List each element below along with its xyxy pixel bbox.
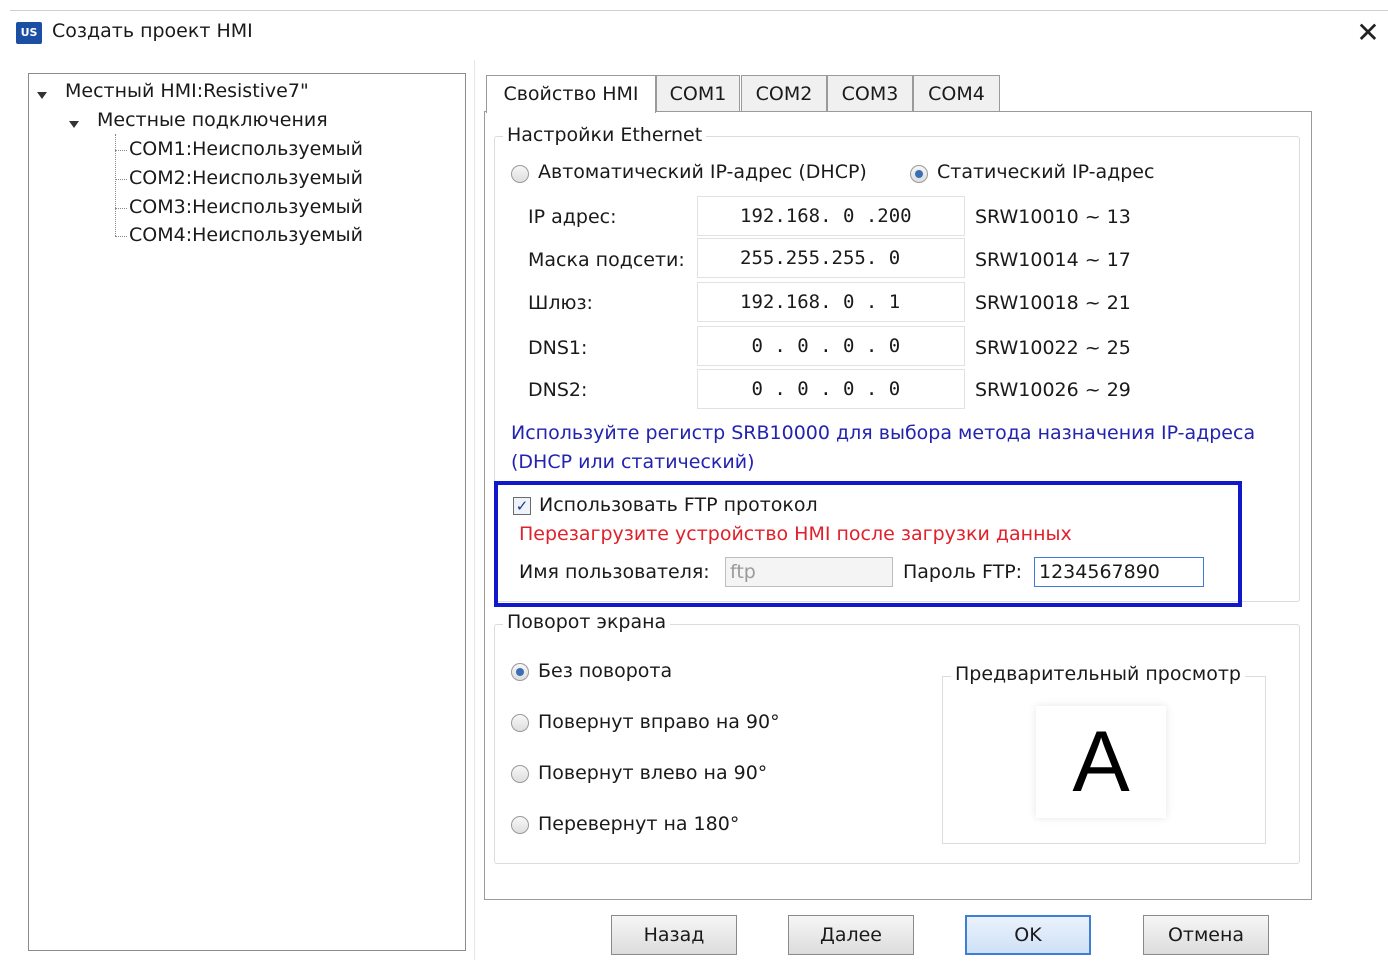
tab-com1[interactable]: COM1 — [656, 75, 740, 112]
ftp-checkbox[interactable]: ✓ — [513, 497, 531, 515]
dns2-label: DNS2: — [528, 379, 588, 401]
rotation-group-title: Поворот экрана — [503, 611, 671, 633]
dhcp-label[interactable]: Автоматический IP-адрес (DHCP) — [538, 161, 867, 183]
tree-item-com3[interactable]: COM3:Неиспользуемый — [129, 196, 363, 218]
rotation-180-label[interactable]: Перевернут на 180° — [538, 813, 739, 835]
dns1-field[interactable]: 0 . 0 . 0 . 0 — [697, 326, 965, 366]
subnet-mask-register: SRW10014 ~ 17 — [975, 249, 1131, 271]
preview-title: Предварительный просмотр — [951, 663, 1245, 685]
gateway-register: SRW10018 ~ 21 — [975, 292, 1131, 314]
ftp-password-input[interactable]: 1234567890 — [1034, 557, 1204, 587]
tree-item-com2[interactable]: COM2:Неиспользуемый — [129, 167, 363, 189]
subnet-mask-label: Маска подсети: — [528, 249, 685, 271]
ftp-username-label: Имя пользователя: — [519, 561, 710, 583]
project-tree[interactable]: Местный HMI:Resistive7" Местные подключе… — [28, 73, 466, 951]
ftp-reboot-warning: Перезагрузите устройство HMI после загру… — [519, 523, 1072, 545]
rotation-180-radio[interactable] — [511, 816, 529, 834]
window-top-border — [10, 10, 1388, 11]
tab-hmi-property[interactable]: Свойство HMI — [486, 75, 656, 113]
srb-register-note: Используйте регистр SRB10000 для выбора … — [511, 422, 1256, 473]
expand-arrow-icon[interactable] — [69, 121, 79, 128]
tree-connector — [115, 179, 127, 180]
ftp-username-input[interactable]: ftp — [725, 557, 893, 587]
window-title: Создать проект HMI — [52, 20, 253, 42]
rotation-left-90-radio[interactable] — [511, 765, 529, 783]
rotation-left-90-label[interactable]: Повернут влево на 90° — [538, 762, 767, 784]
ip-address-label: IP адрес: — [528, 206, 617, 228]
tree-connector — [115, 150, 127, 151]
tree-connector — [115, 208, 127, 209]
ok-button[interactable]: OK — [965, 915, 1091, 955]
tab-com4[interactable]: COM4 — [913, 75, 1000, 112]
app-icon: US — [16, 22, 42, 44]
tree-connector — [115, 236, 127, 237]
expand-arrow-icon[interactable] — [37, 92, 47, 99]
dns2-register: SRW10026 ~ 29 — [975, 379, 1131, 401]
next-button[interactable]: Далее — [788, 915, 914, 955]
ip-address-field[interactable]: 192.168. 0 .200 — [697, 196, 965, 236]
rotation-right-90-label[interactable]: Повернут вправо на 90° — [538, 711, 780, 733]
rotation-none-label[interactable]: Без поворота — [538, 660, 672, 682]
tab-com2[interactable]: COM2 — [741, 75, 827, 112]
gateway-label: Шлюз: — [528, 292, 593, 314]
cancel-button[interactable]: Отмена — [1143, 915, 1269, 955]
ftp-checkbox-label[interactable]: Использовать FTP протокол — [539, 494, 818, 516]
dhcp-radio[interactable] — [511, 165, 529, 183]
back-button[interactable]: Назад — [611, 915, 737, 955]
rotation-right-90-radio[interactable] — [511, 714, 529, 732]
gateway-field[interactable]: 192.168. 0 . 1 — [697, 282, 965, 322]
tree-root-hmi[interactable]: Местный HMI:Resistive7" — [65, 80, 309, 102]
static-ip-label[interactable]: Статический IP-адрес — [937, 161, 1154, 183]
tree-item-com1[interactable]: COM1:Неиспользуемый — [129, 138, 363, 160]
dns1-label: DNS1: — [528, 337, 588, 359]
close-icon[interactable]: ✕ — [1352, 16, 1384, 50]
tab-com3[interactable]: COM3 — [827, 75, 913, 112]
tree-group-connections[interactable]: Местные подключения — [97, 109, 328, 131]
ethernet-group-title: Настройки Ethernet — [503, 124, 707, 146]
tree-item-com4[interactable]: COM4:Неиспользуемый — [129, 224, 363, 246]
dns1-register: SRW10022 ~ 25 — [975, 337, 1131, 359]
preview-letter: A — [1036, 706, 1166, 818]
dns2-field[interactable]: 0 . 0 . 0 . 0 — [697, 369, 965, 409]
static-ip-radio[interactable] — [910, 165, 928, 183]
rotation-none-radio[interactable] — [511, 663, 529, 681]
pane-separator — [474, 60, 475, 960]
subnet-mask-field[interactable]: 255.255.255. 0 — [697, 238, 965, 278]
ip-address-register: SRW10010 ~ 13 — [975, 206, 1131, 228]
ftp-password-label: Пароль FTP: — [903, 561, 1023, 583]
